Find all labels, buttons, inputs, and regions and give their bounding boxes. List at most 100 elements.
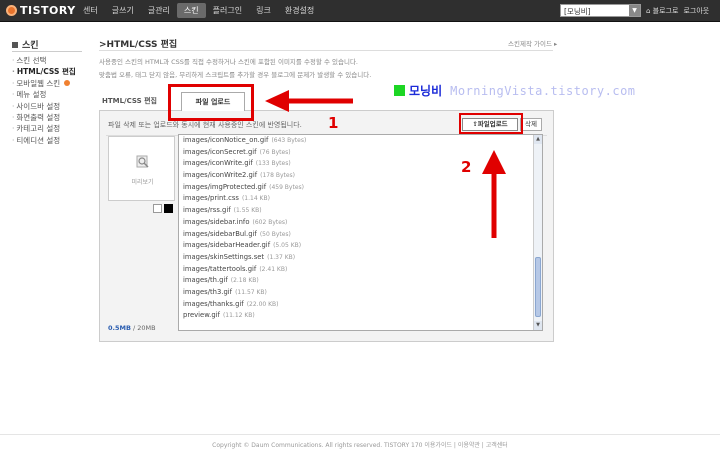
sidebar-menu: · 스킨 선택 · HTML/CSS 편집 · 모바일웹 스킨 · 메뉴 설정 · 사이드… (12, 55, 76, 146)
green-square-icon (394, 85, 405, 96)
storage-usage: 0.5MB / 20MB (108, 324, 156, 332)
black-background-swatch[interactable] (164, 204, 173, 213)
file-size: (1.37 KB) (267, 253, 296, 261)
delete-button[interactable]: 삭제 (520, 118, 542, 131)
tab-html-css[interactable]: HTML/CSS 편집 (102, 96, 157, 106)
file-size: (1.14 KB) (241, 195, 270, 203)
sidebar-item-menu[interactable]: · 메뉴 설정 (12, 89, 76, 100)
chevron-down-icon: ▼ (629, 5, 640, 16)
sidebar-item-t-edition[interactable]: · 티에디션 설정 (12, 135, 76, 146)
file-list-item[interactable]: images/skinSettings.set (1.37 KB) (183, 252, 542, 264)
file-size: (643 Bytes) (271, 137, 307, 144)
blog-select-value: [모닝비] (564, 7, 591, 16)
file-name: images/iconWrite.gif (183, 159, 253, 168)
page-title: >HTML/CSS 편집 (99, 40, 178, 50)
sidebar-item-display[interactable]: · 화면출력 설정 (12, 112, 76, 123)
file-name: images/thanks.gif (183, 299, 244, 308)
file-size: (5.05 KB) (273, 242, 302, 250)
file-name: images/th.gif (183, 276, 228, 285)
sidebar-item-sidebar[interactable]: · 사이드바 설정 (12, 101, 76, 112)
scroll-down-icon[interactable]: ▼ (534, 321, 542, 330)
logout-link[interactable]: 로그아웃 (683, 6, 709, 16)
brand-url: MorningVista.tistory.com (450, 83, 636, 98)
file-name: images/rss.gif (183, 206, 231, 215)
brand-annotation: 모닝비 MorningVista.tistory.com (394, 82, 636, 99)
top-links: ⌂ 블로그로 로그아웃 (646, 6, 709, 16)
sidebar-item-skin-select[interactable]: · 스킨 선택 (12, 55, 76, 66)
file-name: images/print.css (183, 194, 239, 203)
step-number-1: 1 (328, 114, 339, 132)
sidebar-item-mobile-skin[interactable]: · 모바일웹 스킨 (12, 78, 76, 89)
file-size: (178 Bytes) (260, 172, 296, 180)
nav-write[interactable]: 글쓰기 (105, 3, 141, 18)
nav-manage[interactable]: 글관리 (141, 3, 177, 18)
file-name: images/imgProtected.gif (183, 182, 267, 191)
file-name: images/sidebar.info (183, 217, 250, 226)
file-name: images/th3.gif (183, 287, 233, 296)
file-list-item[interactable]: images/iconNotice_on.gif (643 Bytes) (183, 135, 542, 147)
file-size: (50 Bytes) (259, 230, 291, 238)
description-line: 사용중인 스킨의 HTML과 CSS를 직접 수정하거나 스킨에 포함된 이미지… (99, 58, 358, 66)
sidebar-title: 스킨 (12, 38, 39, 51)
logo[interactable]: TISTORY (6, 4, 76, 17)
nav-link[interactable]: 링크 (249, 3, 278, 18)
highlight-box-upload-button (459, 113, 523, 134)
file-name: images/skinSettings.set (183, 252, 265, 261)
top-bar: TISTORY 센터 글쓰기 글관리 스킨 플러그인 링크 환경설정 [모닝비]… (0, 0, 720, 22)
image-preview: 미리보기 (108, 136, 175, 201)
file-name: images/sidebarHeader.gif (183, 241, 271, 250)
file-name: images/iconNotice_on.gif (183, 136, 269, 144)
sidebar-item-html-css[interactable]: · HTML/CSS 편집 (12, 66, 76, 77)
magnifier-icon (136, 155, 149, 168)
sidebar-divider (12, 51, 82, 52)
brand-name: 모닝비 (409, 84, 443, 98)
blog-select[interactable]: [모닝비] ▼ (560, 4, 641, 17)
footer: Copyright © Daum Communications. All rig… (212, 442, 508, 449)
left-arrow-icon (265, 90, 353, 112)
file-size: (133 Bytes) (255, 160, 291, 168)
nav-settings[interactable]: 환경설정 (278, 3, 321, 18)
page-description: 사용중인 스킨의 HTML과 CSS를 직접 수정하거나 스킨에 포함된 이미지… (99, 56, 569, 82)
up-arrow-icon (482, 150, 506, 238)
tistory-logo-icon (6, 5, 17, 16)
footer-divider (0, 434, 720, 435)
file-list-item[interactable]: images/tattertools.gif (2.41 KB) (183, 264, 542, 276)
panel-note: 파일 삭제 또는 업로드와 동시에 현재 사용중인 스킨에 반영됩니다. (108, 121, 302, 129)
square-bullet-icon (12, 41, 18, 48)
white-background-swatch[interactable] (153, 204, 162, 213)
nav-skin[interactable]: 스킨 (176, 3, 206, 18)
skin-guide-link[interactable]: 스킨제작 가이드 ▸ (508, 38, 557, 48)
logo-text: TISTORY (20, 4, 76, 17)
file-size: (22.00 KB) (246, 300, 279, 308)
file-list-item[interactable]: images/sidebarHeader.gif (5.05 KB) (183, 240, 542, 252)
file-list-item[interactable]: images/thanks.gif (22.00 KB) (183, 299, 542, 311)
file-size: (11.12 KB) (222, 312, 255, 320)
new-badge-icon (64, 80, 71, 87)
nav-plugin[interactable]: 플러그인 (206, 3, 249, 18)
title-divider (99, 50, 553, 51)
scroll-thumb[interactable] (535, 257, 541, 317)
file-list-item[interactable]: preview.gif (11.12 KB) (183, 310, 542, 322)
step-number-2: 2 (461, 158, 472, 176)
link-to-blog[interactable]: ⌂ 블로그로 (646, 6, 678, 16)
file-list-item[interactable]: images/th3.gif (11.57 KB) (183, 287, 542, 299)
main-nav: 센터 글쓰기 글관리 스킨 플러그인 링크 환경설정 (76, 3, 321, 18)
sidebar-title-text: 스킨 (22, 41, 39, 51)
file-name: preview.gif (183, 311, 220, 320)
file-size: (11.57 KB) (235, 288, 267, 296)
description-line: 맞춤법 오류, 태그 닫지 않음, 무리하게 스크립트를 추가할 경우 블로그에… (99, 71, 372, 79)
file-list-item[interactable]: images/th.gif (2.18 KB) (183, 275, 542, 287)
sidebar-item-category[interactable]: · 카테고리 설정 (12, 123, 76, 134)
file-size: (1.55 KB) (233, 207, 262, 215)
scrollbar[interactable]: ▲ ▼ (533, 135, 542, 330)
file-size: (2.18 KB) (230, 277, 259, 285)
file-name: images/iconWrite2.gif (183, 171, 258, 180)
file-name: images/tattertools.gif (183, 264, 257, 273)
file-size: (602 Bytes) (252, 218, 288, 226)
file-name: images/iconSecret.gif (183, 147, 257, 156)
nav-center[interactable]: 센터 (76, 3, 105, 18)
file-size: (2.41 KB) (259, 265, 288, 273)
scroll-up-icon[interactable]: ▲ (534, 135, 542, 144)
file-name: images/sidebarBul.gif (183, 229, 257, 238)
highlight-box-upload-tab (168, 84, 254, 121)
